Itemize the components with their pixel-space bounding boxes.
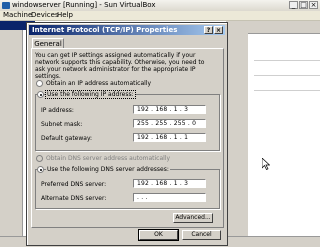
auto-ip-label: Obtain an IP address automatically: [46, 80, 152, 87]
background-list-line: [254, 75, 320, 76]
subnet-mask-field[interactable]: 255 . 255 . 255 . 0: [133, 119, 206, 128]
subnet-mask-label: Subnet mask:: [41, 121, 83, 128]
alternate-dns-label: Alternate DNS server:: [41, 195, 107, 202]
background-window-column: [226, 33, 248, 246]
background-window-left: [0, 21, 23, 246]
default-gateway-label: Default gateway:: [41, 135, 93, 142]
dialog-titlebar: Internet Protocol (TCP/IP) Properties ? …: [29, 25, 225, 35]
help-button[interactable]: ?: [204, 26, 213, 34]
preferred-dns-field[interactable]: 192 . 168 . 1 . 3: [133, 179, 206, 188]
preferred-dns-label: Preferred DNS server:: [41, 181, 107, 188]
ip-address-label: IP address:: [41, 107, 74, 114]
minimize-button[interactable]: _: [289, 1, 298, 9]
virtualbox-icon: [2, 2, 10, 9]
manual-dns-radio[interactable]: [37, 166, 44, 173]
auto-dns-label: Obtain DNS server address automatically: [46, 155, 171, 162]
background-list-line: [254, 60, 320, 61]
close-button[interactable]: ×: [309, 1, 318, 9]
menu-machine[interactable]: Machine: [3, 11, 32, 19]
manual-ip-radio[interactable]: [37, 91, 44, 98]
menu-help[interactable]: Help: [57, 11, 73, 19]
host-window-title: windowserver [Running] - Sun VirtualBox: [12, 1, 156, 9]
host-menubar: Machine Devices Help: [0, 11, 320, 21]
background-list-line: [254, 90, 320, 91]
cancel-button[interactable]: Cancel: [182, 230, 221, 240]
dns-group: [35, 169, 220, 209]
ip-address-field[interactable]: 192 . 168 . 1 . 3: [133, 105, 206, 114]
dialog-title: Internet Protocol (TCP/IP) Properties: [32, 26, 178, 34]
auto-dns-radio[interactable]: [36, 155, 43, 162]
default-gateway-field[interactable]: 192 . 168 . 1 . 1: [133, 133, 206, 142]
manual-ip-label: Use the following IP address:: [45, 90, 136, 99]
tcpip-properties-dialog: Internet Protocol (TCP/IP) Properties ? …: [26, 22, 228, 246]
maximize-button[interactable]: □: [299, 1, 308, 9]
auto-ip-radio[interactable]: [36, 80, 43, 87]
description-text: You can get IP settings assigned automat…: [35, 52, 205, 80]
dialog-close-button[interactable]: ×: [214, 26, 223, 34]
manual-dns-label: Use the following DNS server addresses:: [46, 166, 170, 173]
ok-button[interactable]: OK: [138, 229, 179, 241]
advanced-button[interactable]: Advanced...: [173, 213, 213, 223]
menu-devices[interactable]: Devices: [31, 11, 59, 19]
alternate-dns-field[interactable]: . . .: [133, 193, 206, 202]
mouse-cursor-icon: [262, 158, 270, 170]
